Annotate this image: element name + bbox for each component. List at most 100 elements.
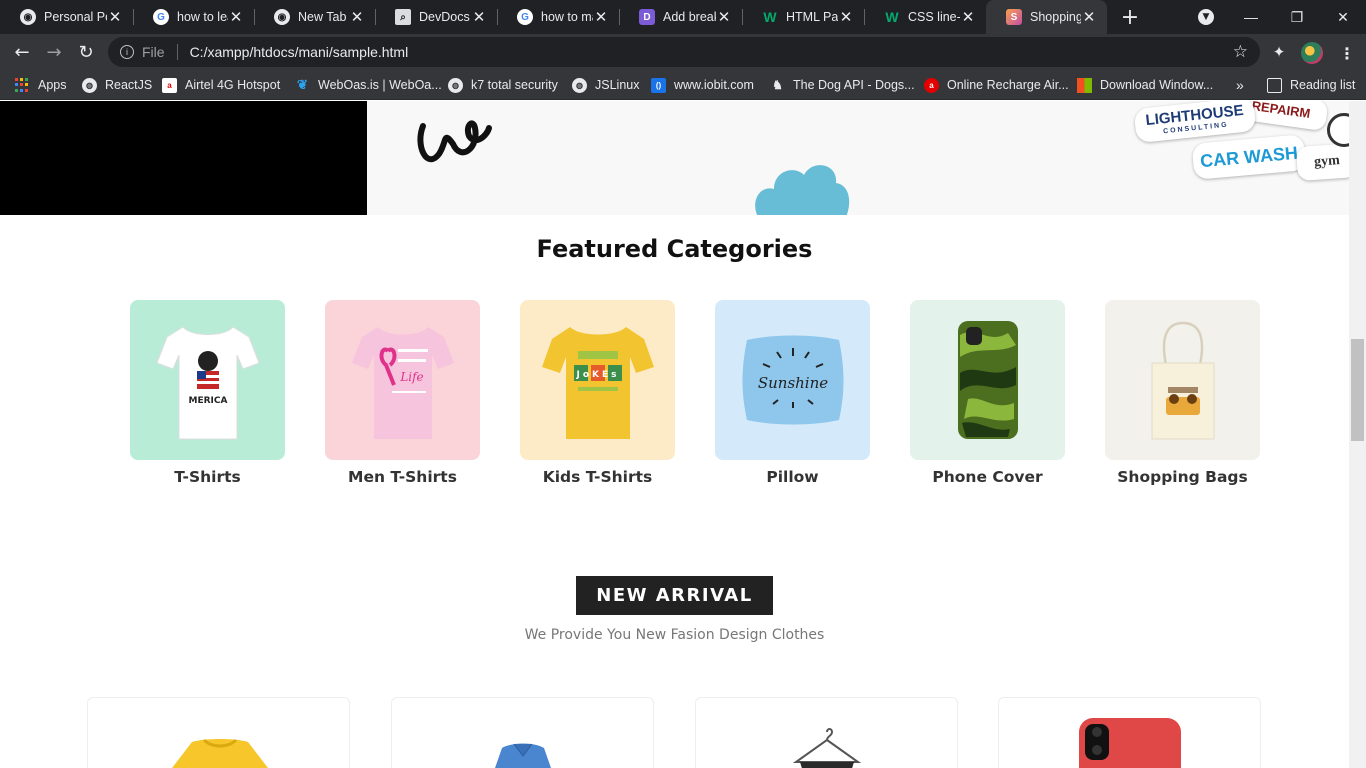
- close-tab-icon[interactable]: ✕: [716, 9, 732, 26]
- bookmark-apps[interactable]: Apps: [15, 76, 67, 94]
- browser-tab[interactable]: D Add break ✕: [619, 0, 742, 34]
- close-tab-icon[interactable]: ✕: [960, 9, 976, 26]
- profile-avatar[interactable]: [1301, 42, 1323, 64]
- close-tab-icon[interactable]: ✕: [471, 9, 487, 26]
- apps-grid-icon: [15, 77, 30, 93]
- reading-list-label: Reading list: [1290, 78, 1356, 92]
- category-image[interactable]: [910, 300, 1065, 460]
- bookmark-item[interactable]: a Airtel 4G Hotspot: [162, 76, 280, 94]
- bookmark-item[interactable]: ◍ ReactJS: [82, 76, 152, 94]
- tab-title: CSS line-he: [908, 10, 960, 24]
- browser-tab[interactable]: ◉ Personal Po ✕: [0, 0, 133, 34]
- bookmark-label: JSLinux: [595, 78, 640, 92]
- address-bar[interactable]: i File C:/xampp/htdocs/mani/sample.html …: [108, 37, 1260, 67]
- scrollbar-thumb[interactable]: [1351, 339, 1364, 441]
- bookmark-item[interactable]: () www.iobit.com: [651, 76, 754, 94]
- category-card-men-tshirts[interactable]: Life Men T-Shirts: [325, 300, 480, 486]
- bookmark-label: www.iobit.com: [674, 78, 754, 92]
- tab-title: how to ma: [541, 10, 593, 24]
- browser-tab-active[interactable]: S Shopping ✕: [986, 0, 1107, 34]
- close-tab-icon[interactable]: ✕: [107, 9, 123, 26]
- category-card-pillow[interactable]: Sunshine Pillow: [715, 300, 870, 486]
- bookmark-item[interactable]: ❦ WebOas.is | WebOa...: [295, 76, 442, 94]
- browser-tab[interactable]: ⌕ DevDocs A ✕: [375, 0, 497, 34]
- category-label[interactable]: T-Shirts: [130, 468, 285, 486]
- close-tab-icon[interactable]: ✕: [228, 9, 244, 26]
- chrome-icon: ◉: [20, 9, 36, 25]
- address-url[interactable]: C:/xampp/htdocs/mani/sample.html: [190, 44, 409, 60]
- category-card-shopping-bags[interactable]: Shopping Bags: [1105, 300, 1260, 486]
- bookmark-label: Airtel 4G Hotspot: [185, 78, 281, 92]
- category-card-kids-tshirts[interactable]: JoKEs Kids T-Shirts: [520, 300, 675, 486]
- browser-tab[interactable]: ◉ New Tab ✕: [254, 0, 375, 34]
- tshirt-print-text: JoKEs: [575, 370, 619, 380]
- bookmark-label: ReactJS: [105, 78, 153, 92]
- tab-search-icon[interactable]: ▼: [1198, 9, 1214, 25]
- bookmark-item[interactable]: ◍ JSLinux: [572, 76, 639, 94]
- bookmark-star-icon[interactable]: ☆: [1233, 42, 1248, 62]
- close-tab-icon[interactable]: ✕: [349, 9, 365, 26]
- browser-tab[interactable]: W CSS line-he ✕: [864, 0, 986, 34]
- category-image[interactable]: JoKEs: [520, 300, 675, 460]
- shop-icon: S: [1006, 9, 1022, 25]
- category-card-phone-cover[interactable]: Phone Cover: [910, 300, 1065, 486]
- browser-tab[interactable]: G how to ma ✕: [497, 0, 619, 34]
- category-label[interactable]: Pillow: [715, 468, 870, 486]
- close-tab-icon[interactable]: ✕: [838, 9, 854, 26]
- extensions-puzzle-icon[interactable]: ✦: [1270, 43, 1288, 61]
- close-tab-icon[interactable]: ✕: [1081, 9, 1097, 26]
- bookmark-item[interactable]: ◍ k7 total security: [448, 76, 558, 94]
- page-content: REPAIRM LIGHTHOUSE CONSULTING CAR WASH g…: [0, 101, 1349, 768]
- address-scheme: File: [142, 44, 165, 60]
- reload-icon[interactable]: ↻: [74, 40, 98, 64]
- category-label[interactable]: Shopping Bags: [1105, 468, 1260, 486]
- category-image[interactable]: Life: [325, 300, 480, 460]
- bookmark-item[interactable]: Download Window...: [1077, 76, 1213, 94]
- chrome-icon: ◉: [274, 9, 290, 25]
- feather-icon: ❦: [297, 77, 308, 92]
- more-bookmarks-button[interactable]: »: [1236, 76, 1244, 94]
- product-card[interactable]: [87, 697, 350, 768]
- page-scrollbar[interactable]: [1349, 101, 1366, 768]
- pillow-image: Sunshine: [742, 335, 843, 425]
- minimize-icon[interactable]: —: [1228, 0, 1274, 34]
- tab-title: how to lea: [177, 10, 228, 24]
- globe-icon: ◍: [448, 77, 463, 93]
- back-arrow-icon[interactable]: ←: [10, 40, 34, 64]
- category-card-tshirts[interactable]: MERICA T-Shirts: [130, 300, 285, 486]
- category-label[interactable]: Kids T-Shirts: [520, 468, 675, 486]
- close-tab-icon[interactable]: ✕: [593, 9, 609, 26]
- category-label[interactable]: Phone Cover: [910, 468, 1065, 486]
- google-icon: G: [517, 9, 533, 25]
- browser-tab[interactable]: G how to lea ✕: [133, 0, 254, 34]
- category-label[interactable]: Men T-Shirts: [325, 468, 480, 486]
- browser-menu-icon[interactable]: ⋮: [1336, 42, 1358, 64]
- iobit-icon: (): [651, 77, 666, 93]
- devdocs-icon: ⌕: [395, 9, 411, 25]
- bookmark-item[interactable]: a Online Recharge Air...: [924, 76, 1069, 94]
- product-card[interactable]: [391, 697, 654, 768]
- restore-icon[interactable]: ❐: [1274, 0, 1320, 34]
- category-image[interactable]: MERICA: [130, 300, 285, 460]
- tshirt-image: Life: [351, 327, 454, 439]
- category-image[interactable]: [1105, 300, 1260, 460]
- reading-list-button[interactable]: Reading list: [1267, 76, 1355, 94]
- product-card[interactable]: [998, 697, 1261, 768]
- browser-tab[interactable]: W HTML Para ✕: [742, 0, 864, 34]
- tab-title: New Tab: [298, 10, 347, 24]
- globe-icon: ◍: [82, 77, 97, 93]
- new-tab-icon[interactable]: +: [1118, 5, 1142, 30]
- bookmark-item[interactable]: ♞ The Dog API - Dogs...: [770, 76, 914, 94]
- bookmark-label: k7 total security: [471, 78, 558, 92]
- product-card[interactable]: [695, 697, 958, 768]
- squiggle-decoration: [417, 120, 492, 163]
- discord-icon: D: [639, 9, 655, 25]
- sticker-lighthouse: LIGHTHOUSE CONSULTING: [1133, 101, 1257, 144]
- airtel-icon: a: [162, 77, 177, 93]
- forward-arrow-icon[interactable]: →: [42, 40, 66, 64]
- category-image[interactable]: Sunshine: [715, 300, 870, 460]
- bookmark-label: WebOas.is | WebOa...: [318, 78, 442, 92]
- tab-title: Shopping: [1030, 10, 1081, 24]
- close-window-icon[interactable]: ✕: [1320, 0, 1366, 34]
- info-icon[interactable]: i: [120, 45, 134, 59]
